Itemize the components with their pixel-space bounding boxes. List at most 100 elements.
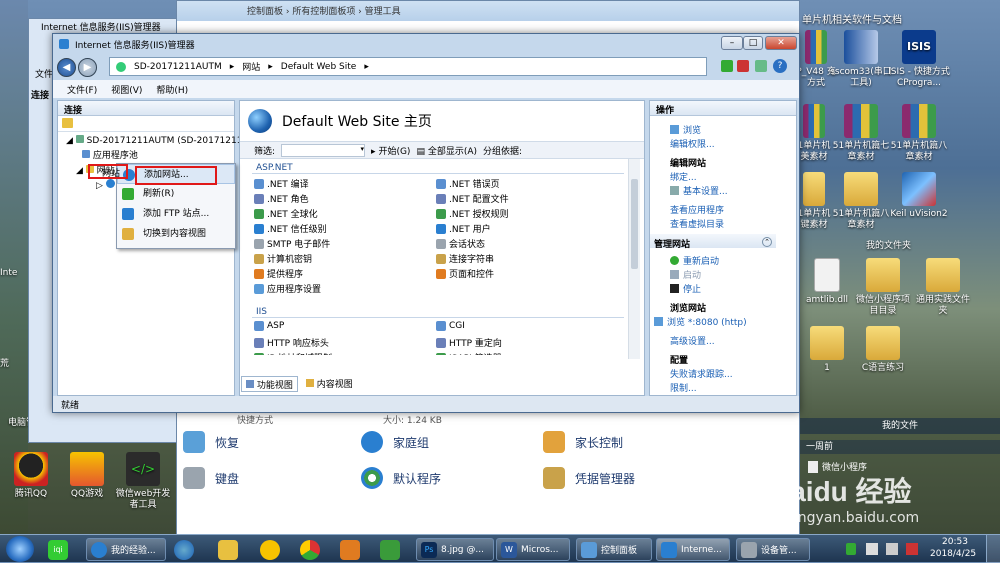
feature-item[interactable]: ISAPI 筛选器 xyxy=(436,351,502,355)
feature-item[interactable]: .NET 编译 xyxy=(254,177,309,190)
stop-icon[interactable] xyxy=(737,60,749,72)
cp-item-default-programs[interactable]: 默认程序 xyxy=(361,467,441,489)
taskbar-item-device-manager[interactable]: 设备管... xyxy=(736,538,810,561)
new-connection-icon[interactable] xyxy=(62,118,73,128)
taskbar-item-browser[interactable]: 我的经验... xyxy=(86,538,166,561)
shield-icon[interactable] xyxy=(846,543,856,555)
feature-item[interactable]: IP 地址和域限制 xyxy=(254,351,332,355)
action-restart[interactable]: 重新启动 xyxy=(670,254,719,267)
forward-button[interactable]: ▶ xyxy=(78,57,97,77)
ie-icon[interactable] xyxy=(174,540,194,560)
feature-item[interactable]: .NET 授权规则 xyxy=(436,207,509,220)
action-advanced[interactable]: 高级设置... xyxy=(670,334,715,347)
cp-item-homegroup[interactable]: 家庭组 xyxy=(361,431,429,453)
feature-item[interactable]: .NET 信任级别 xyxy=(254,222,327,235)
chrome-icon[interactable] xyxy=(300,540,320,560)
desktop-icon[interactable]: sscom33(串口工具) xyxy=(830,30,892,89)
show-all-button[interactable]: ▤ 全部显示(A) xyxy=(416,144,477,157)
desktop-icon[interactable]: 微信小程序项目目录 xyxy=(852,258,914,317)
scrollbar-thumb[interactable] xyxy=(631,179,638,269)
feature-item[interactable]: 提供程序 xyxy=(254,267,303,280)
start-button[interactable]: ▸ 开始(G) xyxy=(371,144,410,157)
tree-app-pools[interactable]: 应用程序池 xyxy=(62,149,230,164)
explorer-icon[interactable] xyxy=(218,540,238,560)
clock-date[interactable]: 2018/4/25 xyxy=(930,549,976,559)
action-limits[interactable]: 限制... xyxy=(670,381,697,394)
desktop-icon[interactable]: 1单片机 键素材 xyxy=(796,172,832,231)
breadcrumb-site[interactable]: Default Web Site xyxy=(281,62,357,72)
menu-item-refresh[interactable]: 刷新(R) xyxy=(117,184,235,204)
action-view-vdirs[interactable]: 查看虚拟目录 xyxy=(670,217,724,230)
feature-item[interactable]: .NET 全球化 xyxy=(254,207,318,220)
media-icon[interactable] xyxy=(340,540,360,560)
feature-item[interactable]: .NET 配置文件 xyxy=(436,192,509,205)
action-failed-request[interactable]: 失败请求跟踪... xyxy=(670,367,733,380)
taskbar-item-control-panel[interactable]: 控制面板 xyxy=(576,538,652,561)
feature-item[interactable]: 会话状态 xyxy=(436,237,485,250)
play-icon[interactable] xyxy=(380,540,400,560)
desktop-icon[interactable]: 1 xyxy=(796,326,858,374)
close-button[interactable]: ✕ xyxy=(765,36,797,50)
refresh-icon[interactable] xyxy=(721,60,733,72)
cp-item-parental[interactable]: 家长控制 xyxy=(543,431,623,453)
menu-item-add-ftp[interactable]: 添加 FTP 站点... xyxy=(117,204,235,224)
iqiyi-icon[interactable]: iqi xyxy=(48,540,68,560)
action-stop[interactable]: 停止 xyxy=(670,282,701,295)
home-icon[interactable] xyxy=(755,60,767,72)
feature-item[interactable]: .NET 用户 xyxy=(436,222,491,235)
filter-input[interactable]: ▾ xyxy=(281,143,366,157)
desktop-icon[interactable]: 51单片机篇八章素材 xyxy=(830,172,892,231)
qq-taskbar-icon[interactable] xyxy=(260,540,280,560)
volume-icon[interactable] xyxy=(886,543,898,555)
menu-help[interactable]: 帮助(H) xyxy=(156,83,188,96)
feature-item[interactable]: 计算机密钥 xyxy=(254,252,312,265)
collapse-icon[interactable]: ⌃ xyxy=(762,237,772,247)
feature-item[interactable]: 页面和控件 xyxy=(436,267,494,280)
feature-item[interactable]: SMTP 电子邮件 xyxy=(254,237,330,250)
action-basic-settings[interactable]: 基本设置... xyxy=(670,184,728,197)
cp-item-credentials[interactable]: 凭据管理器 xyxy=(543,467,635,489)
breadcrumb-server[interactable]: SD-20171211AUTM xyxy=(134,62,222,72)
desktop-icon[interactable]: 51单片机篇七章素材 xyxy=(830,104,892,163)
desktop-icon[interactable]: 1单片机 美素材 xyxy=(796,104,832,163)
tab-feature-view[interactable]: 功能视图 xyxy=(241,376,298,392)
cp-item-keyboard[interactable]: 键盘 xyxy=(183,467,239,489)
feature-item[interactable]: .NET 错误页 xyxy=(436,177,500,190)
action-browse[interactable]: 浏览 xyxy=(670,123,701,136)
minimize-button[interactable]: – xyxy=(721,36,743,50)
desktop-icon[interactable]: C语言练习 xyxy=(852,326,914,374)
feature-item[interactable]: 应用程序设置 xyxy=(254,282,321,295)
menu-item-content-view[interactable]: 切换到内容视图 xyxy=(117,224,235,244)
show-desktop-button[interactable] xyxy=(986,535,1000,563)
feature-item[interactable]: HTTP 响应标头 xyxy=(254,336,329,349)
action-view-apps[interactable]: 查看应用程序 xyxy=(670,203,724,216)
network-icon[interactable] xyxy=(866,543,878,555)
back-button[interactable]: ◀ xyxy=(57,57,76,77)
action-start[interactable]: 启动 xyxy=(670,268,701,281)
clock-time[interactable]: 20:53 xyxy=(942,537,968,547)
taskbar-item-iis[interactable]: Interne... xyxy=(656,538,730,561)
feature-item[interactable]: CGI xyxy=(436,321,465,331)
help-icon[interactable]: ? xyxy=(773,59,787,73)
desktop-icon-wechat-devtools[interactable]: </> 微信web开发者工具 xyxy=(112,452,174,511)
ime-icon[interactable] xyxy=(906,543,918,555)
breadcrumb-sites[interactable]: 网站 xyxy=(242,60,260,73)
feature-item[interactable]: 连接字符串 xyxy=(436,252,494,265)
tab-content-view[interactable]: 内容视图 xyxy=(302,376,357,392)
desktop-icon-qq[interactable]: 腾讯QQ xyxy=(0,452,62,500)
menu-view[interactable]: 视图(V) xyxy=(111,83,142,96)
action-bindings[interactable]: 绑定... xyxy=(670,170,697,183)
feature-item[interactable]: HTTP 重定向 xyxy=(436,336,502,349)
tree-server[interactable]: ◢ SD-20171211AUTM (SD-20171211 xyxy=(62,134,242,149)
taskbar-item-word[interactable]: W Micros... xyxy=(496,538,570,561)
desktop-icon[interactable]: Keil uVision2 xyxy=(888,172,950,220)
feature-item[interactable]: ASP xyxy=(254,321,284,331)
desktop-icon[interactable]: 51单片机篇八章素材 xyxy=(888,104,950,163)
feature-item[interactable]: .NET 角色 xyxy=(254,192,309,205)
desktop-icon[interactable]: ISIS ISIS - 快捷方式CProgra... xyxy=(888,30,950,89)
desktop-icon-qqgame[interactable]: QQ游戏 xyxy=(56,452,118,500)
taskbar-item-photoshop[interactable]: Ps 8.jpg @... xyxy=(416,538,494,561)
breadcrumb[interactable]: SD-20171211AUTM ▸ 网站 ▸ Default Web Site ▸ xyxy=(109,57,707,76)
desktop-icon[interactable]: 通用实践文件夹 xyxy=(912,258,974,317)
desktop-icon[interactable]: amtlib.dll xyxy=(796,258,858,306)
